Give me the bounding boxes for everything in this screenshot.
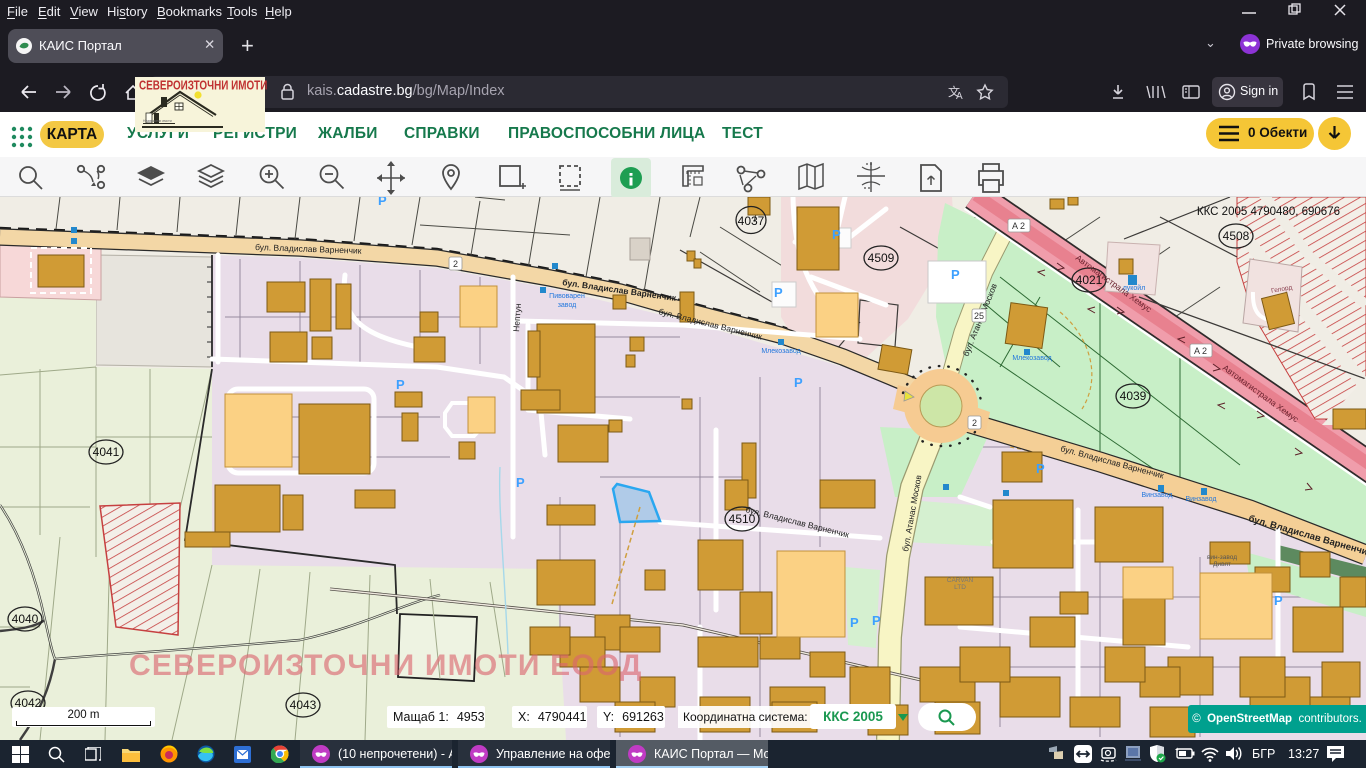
svg-text:2: 2 [453, 259, 458, 269]
svg-text:P: P [378, 197, 387, 208]
svg-text:СЕВЕРОИЗТОЧНИ ИМОТИ ЕООД: СЕВЕРОИЗТОЧНИ ИМОТИ ЕООД [129, 649, 643, 682]
svg-text:A 2: A 2 [1194, 346, 1207, 356]
svg-text:P: P [794, 375, 803, 390]
svg-text:Нептун: Нептун [511, 303, 523, 332]
svg-text:ККС 2005 4790480, 690676: ККС 2005 4790480, 690676 [1197, 206, 1340, 218]
svg-text:Недвижими имоти: Недвижими имоти [143, 119, 172, 123]
svg-text:P: P [951, 267, 960, 282]
svg-text:Пивоварен: Пивоварен [549, 293, 585, 300]
svg-text:LTD: LTD [954, 584, 966, 591]
svg-text:4041: 4041 [93, 445, 120, 459]
svg-text:P: P [774, 285, 783, 300]
svg-text:P: P [1036, 461, 1045, 476]
svg-text:P: P [872, 613, 881, 628]
svg-text:4040: 4040 [12, 612, 39, 626]
svg-text:A 2: A 2 [1012, 221, 1025, 231]
svg-text:4509: 4509 [868, 251, 895, 265]
svg-text:P: P [1274, 593, 1283, 608]
svg-text:4039: 4039 [1120, 389, 1147, 403]
svg-text:CARVAN: CARVAN [947, 577, 974, 584]
svg-text:A: A [956, 91, 963, 102]
svg-text:Дивят: Дивят [1213, 561, 1231, 568]
svg-text:Млекозавод: Млекозавод [1012, 355, 1051, 362]
svg-text:Винзавод: Винзавод [1185, 496, 1216, 503]
svg-text:P: P [516, 475, 525, 490]
svg-text:P: P [850, 615, 859, 630]
svg-text:Винзавод: Винзавод [1141, 492, 1172, 499]
svg-text:завод: завод [558, 302, 577, 309]
svg-text:4508: 4508 [1223, 229, 1250, 243]
svg-text:лукойл: лукойл [1123, 284, 1146, 292]
svg-text:P: P [396, 377, 405, 392]
svg-text:Млекозавод: Млекозавод [761, 348, 800, 355]
svg-text:P: P [832, 227, 841, 242]
svg-text:2: 2 [972, 418, 977, 428]
svg-text:25: 25 [974, 311, 984, 321]
svg-text:4043: 4043 [290, 698, 317, 712]
svg-text:4037: 4037 [738, 214, 765, 228]
svg-text:P: P [870, 197, 879, 198]
svg-text:вин-завод: вин-завод [1207, 554, 1237, 561]
